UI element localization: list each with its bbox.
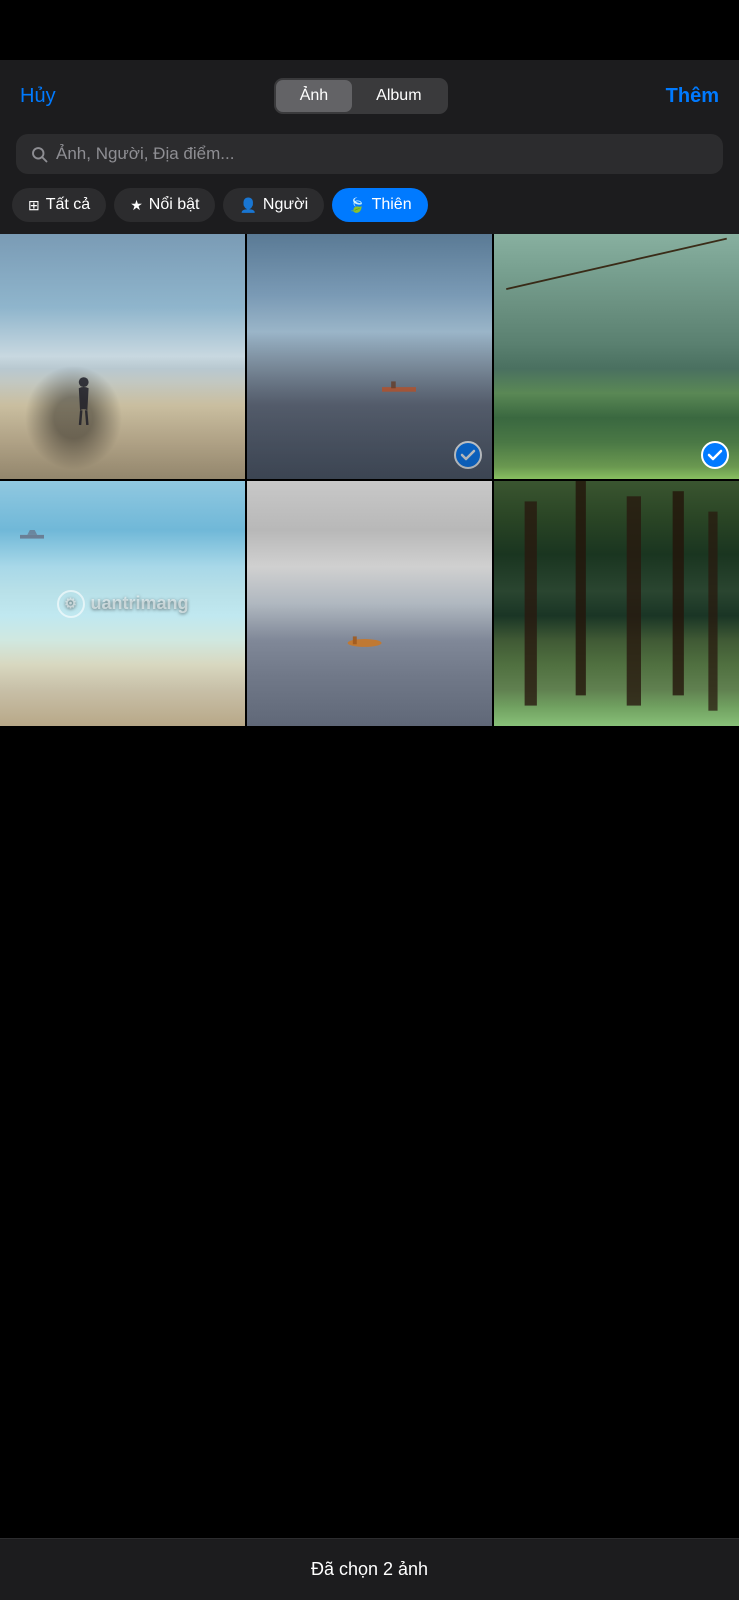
filter-all-button[interactable]: ⊞ Tất cả bbox=[12, 188, 106, 222]
watermark: ⚙ uantrimang bbox=[56, 590, 188, 618]
selected-badge-3 bbox=[701, 441, 729, 469]
cable-line bbox=[494, 234, 739, 308]
search-icon bbox=[30, 145, 48, 163]
filter-nature-label: Thiên bbox=[372, 196, 412, 214]
segment-album-button[interactable]: Album bbox=[352, 80, 445, 112]
tree-overlay bbox=[494, 481, 739, 726]
filter-featured-label: Nổi bật bbox=[149, 196, 200, 214]
bottom-bar: Đã chọn 2 ảnh bbox=[0, 1538, 739, 1600]
ship-silhouette bbox=[382, 381, 416, 393]
segment-anh-button[interactable]: Ảnh bbox=[276, 80, 352, 112]
add-button[interactable]: Thêm bbox=[666, 85, 719, 108]
photo-grid: ⚙ uantrimang bbox=[0, 234, 739, 726]
selected-badge-2 bbox=[454, 441, 482, 469]
photo-cell-2[interactable] bbox=[247, 234, 492, 479]
star-icon: ★ bbox=[130, 197, 143, 214]
filter-all-label: Tất cả bbox=[46, 196, 90, 214]
navigation-bar: Hủy Ảnh Album Thêm bbox=[0, 60, 739, 128]
grid-icon: ⊞ bbox=[28, 197, 40, 214]
photo-cell-1[interactable] bbox=[0, 234, 245, 479]
photo-cell-4[interactable]: ⚙ uantrimang bbox=[0, 481, 245, 726]
cancel-button[interactable]: Hủy bbox=[20, 85, 56, 108]
filter-nature-button[interactable]: 🍃 Thiên bbox=[332, 188, 427, 222]
filter-bar: ⊞ Tất cả ★ Nổi bật 👤 Người 🍃 Thiên bbox=[0, 188, 739, 234]
photo-cell-5[interactable] bbox=[247, 481, 492, 726]
filter-featured-button[interactable]: ★ Nổi bật bbox=[114, 188, 215, 222]
watermark-icon: ⚙ bbox=[56, 590, 84, 618]
person-silhouette bbox=[69, 376, 98, 425]
boat-small bbox=[20, 530, 45, 540]
search-bar: Ảnh, Người, Địa điểm... bbox=[0, 128, 739, 188]
photo-cell-3[interactable] bbox=[494, 234, 739, 479]
leaf-icon: 🍃 bbox=[348, 197, 365, 214]
status-bar bbox=[0, 0, 739, 60]
filter-people-button[interactable]: 👤 Người bbox=[223, 188, 324, 222]
selected-count-label: Đã chọn 2 ảnh bbox=[311, 1559, 428, 1579]
filter-people-label: Người bbox=[263, 196, 308, 214]
watermark-text: uantrimang bbox=[90, 593, 188, 614]
search-placeholder: Ảnh, Người, Địa điểm... bbox=[56, 144, 234, 164]
search-input-wrap[interactable]: Ảnh, Người, Địa điểm... bbox=[16, 134, 723, 174]
segment-control: Ảnh Album bbox=[274, 78, 448, 114]
photo-cell-6[interactable] bbox=[494, 481, 739, 726]
boat-orange bbox=[345, 633, 384, 648]
person-icon: 👤 bbox=[239, 197, 256, 214]
